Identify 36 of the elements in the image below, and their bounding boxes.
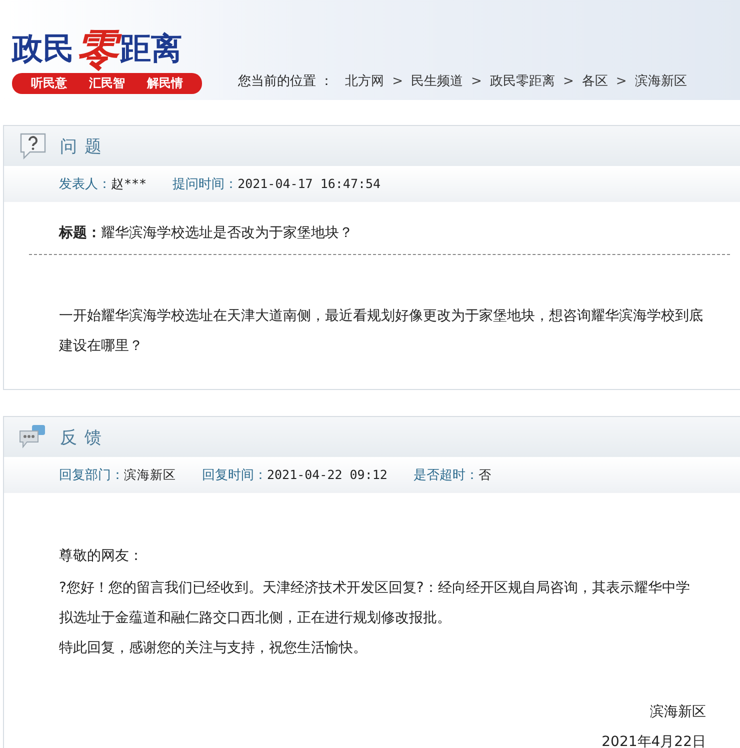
location-label: 您当前的位置 ： <box>238 73 334 90</box>
meta-label: 提问时间： <box>172 177 238 192</box>
breadcrumb-separator: > <box>471 74 482 88</box>
slogan-text: 汇民智 <box>89 75 125 92</box>
meta-label: 回复部门： <box>59 468 124 483</box>
breadcrumb-link[interactable]: 滨海新区 <box>634 72 687 90</box>
logo-text: 距离 <box>120 34 182 65</box>
meta-value: 赵*** <box>111 176 147 191</box>
meta-value: 滨海新区 <box>124 467 176 482</box>
breadcrumb-link[interactable]: 北方网 <box>345 72 384 90</box>
breadcrumb-link[interactable]: 政民零距离 <box>490 72 555 90</box>
reply-paragraph: ?您好！您的留言我们已经收到。天津经济技术开发区回复?：经向经开区规自局咨询，其表示耀华中学拟选址于金蕴道和融仁路交口西北侧，正在进行规划修改报批。 <box>59 579 691 628</box>
greeting-text: 尊敬的网友： <box>59 547 144 566</box>
slogan-text: 听民意 <box>31 75 67 92</box>
meta-value: 2021-04-22 09:12 <box>267 467 388 482</box>
meta-label: 发表人： <box>59 177 111 192</box>
meta-value: 否 <box>478 467 492 482</box>
section-title: 问 题 <box>60 136 102 158</box>
breadcrumb-separator: > <box>392 74 404 88</box>
signature-text: 滨海新区 <box>650 703 706 722</box>
question-bubble-icon <box>18 131 48 161</box>
reply-date: 2021年4月22日 <box>602 733 706 748</box>
question-body: 一开始耀华滨海学校选址在天津大道南侧，最近看规划好像更改为于家堡地块，想咨询耀华滨海学校到底建设在哪里？ <box>59 307 704 356</box>
subject-label: 标题： <box>59 225 101 241</box>
breadcrumb-link[interactable]: 各区 <box>582 72 608 90</box>
subject-text: 耀华滨海学校选址是否改为于家堡地块？ <box>101 225 353 241</box>
meta-label: 是否超时： <box>413 468 478 483</box>
reply-paragraph: 特此回复，感谢您的关注与支持，祝您生活愉快。 <box>59 639 368 658</box>
slogan-text: 解民情 <box>147 75 183 92</box>
breadcrumb-link[interactable]: 民生频道 <box>411 72 464 90</box>
logo-text: 政民 <box>12 34 74 65</box>
breadcrumb-separator: > <box>562 74 574 88</box>
section-title: 反 馈 <box>60 426 102 448</box>
meta-value: 2021-04-17 16:47:54 <box>238 176 381 191</box>
breadcrumb-separator: > <box>616 74 627 88</box>
meta-label: 回复时间： <box>202 468 267 483</box>
